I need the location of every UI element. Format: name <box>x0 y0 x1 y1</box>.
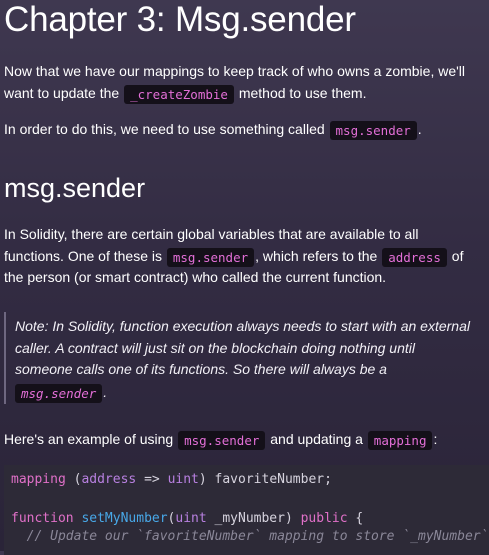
code-keyword: function <box>11 511 74 526</box>
inline-code-mapping: mapping <box>367 431 433 450</box>
code-keyword: public <box>300 511 348 526</box>
inline-code-msg-sender: msg.sender <box>15 384 103 403</box>
inline-code-msg-sender: msg.sender <box>166 248 255 267</box>
solidity-line-1: In Solidity, there are certain global va… <box>4 226 419 242</box>
solidity-line-2: functions. One of these is msg.sender, w… <box>4 245 463 267</box>
example-paragraph: Here's an example of using msg.sender an… <box>4 428 437 450</box>
code-function-name: setMyNumber <box>81 511 168 526</box>
inline-code-msg-sender: msg.sender <box>329 121 417 140</box>
code-line-1: mapping (address => uint) favoriteNumber… <box>11 471 332 489</box>
note-line-2: caller. A contract will just sit on the … <box>15 340 415 356</box>
inline-code-msg-sender: msg.sender <box>178 431 266 450</box>
example-text-post: : <box>433 431 438 447</box>
note-text-post: . <box>103 384 108 400</box>
code-text: _myNumber) <box>206 511 301 526</box>
example-text-mid: and updating a <box>266 431 367 447</box>
code-text: { <box>347 511 364 526</box>
solidity-text-mid: , which refers to the <box>255 248 382 264</box>
note-blockquote: Note: In Solidity, function execution al… <box>4 312 486 404</box>
code-comment: // Update our `favoriteNumber` mapping t… <box>11 529 489 544</box>
intro-text-post: method to use them. <box>234 85 367 101</box>
code-text: => <box>136 472 168 487</box>
code-type: uint <box>167 472 199 487</box>
note-line-4: msg.sender. <box>14 381 107 403</box>
intro-line-1: Now that we have our mappings to keep tr… <box>4 63 466 79</box>
code-keyword: mapping <box>11 472 66 487</box>
solidity-line-3: the person (or smart contract) who calle… <box>4 269 387 285</box>
chapter-title: Chapter 3: Msg.sender <box>4 0 356 39</box>
need-text-pre: In order to do this, we need to use some… <box>4 121 329 137</box>
need-paragraph: In order to do this, we need to use some… <box>4 118 422 140</box>
intro-text-pre: want to update the <box>4 85 124 101</box>
code-line-3: function setMyNumber(uint _myNumber) pub… <box>11 510 363 528</box>
section-title: msg.sender <box>4 173 146 203</box>
code-type: address <box>81 472 137 487</box>
intro-line-2: want to update the _createZombie method … <box>4 82 366 104</box>
code-type: uint <box>175 511 207 526</box>
inline-code-address: address <box>382 248 447 267</box>
note-line-3: someone calls one of its functions. So t… <box>15 361 387 377</box>
code-text: ) favoriteNumber; <box>198 472 332 487</box>
example-text-pre: Here's an example of using <box>4 431 178 447</box>
lesson-page: Chapter 3: Msg.sender Now that we have o… <box>0 0 489 555</box>
note-line-1: Note: In Solidity, function execution al… <box>15 318 470 334</box>
inline-code-createzombie: _createZombie <box>124 85 234 104</box>
solidity-text-post: of <box>447 248 464 264</box>
code-text: ( <box>65 472 82 487</box>
code-example-block: mapping (address => uint) favoriteNumber… <box>4 465 489 555</box>
solidity-text-pre: functions. One of these is <box>4 248 166 264</box>
code-line-4: // Update our `favoriteNumber` mapping t… <box>11 528 489 546</box>
need-text-post: . <box>417 121 422 137</box>
